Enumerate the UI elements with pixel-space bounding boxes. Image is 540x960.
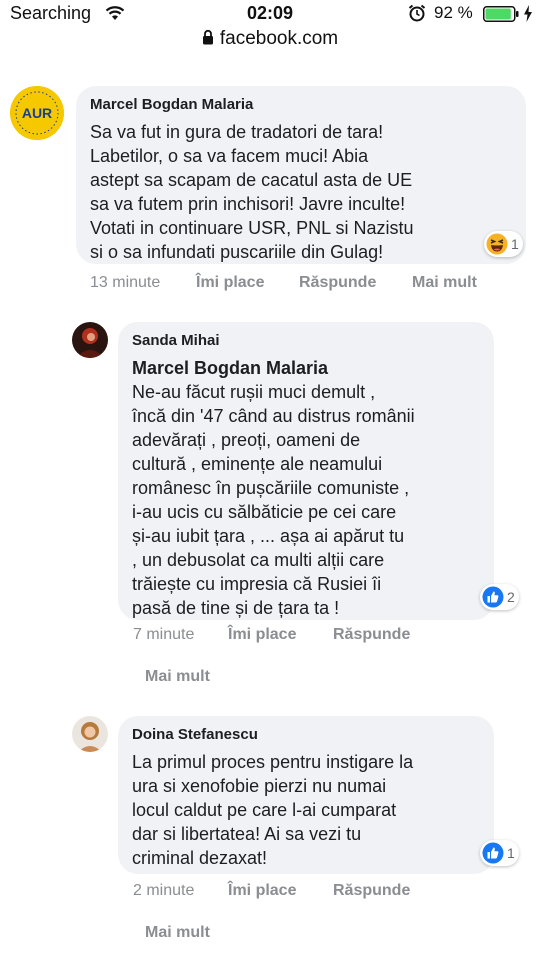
like-button[interactable]: Îmi place [228,882,296,900]
comment-author[interactable]: Marcel Bogdan Malaria [90,96,253,113]
lock-icon [202,29,213,45]
reply-button[interactable]: Răspunde [333,882,410,900]
more-button[interactable]: Mai mult [412,274,477,292]
comment-time: 7 minute [133,626,195,643]
comment-bubble[interactable]: Sanda Mihai Marcel Bogdan Malaria Ne-au … [118,322,494,620]
alarm-icon [408,4,426,22]
comment-text: La primul proces pentru instigare la ura… [132,752,414,868]
url-bar[interactable]: facebook.com [0,28,540,54]
haha-reaction-icon [486,233,508,255]
status-bar: Searching 02:09 92 % [0,0,540,26]
like-button[interactable]: Îmi place [228,626,296,644]
comment-actions: 7 minute Îmi place Răspunde [133,626,523,646]
like-reaction-icon [482,586,504,608]
comment-bubble[interactable]: Marcel Bogdan Malaria Sa va fut in gura … [76,86,526,264]
reply-button[interactable]: Răspunde [299,274,376,292]
more-button[interactable]: Mai mult [145,924,210,942]
avatar[interactable] [72,716,108,752]
reply-mention[interactable]: Marcel Bogdan Malaria [132,356,328,380]
battery-icon [483,6,519,22]
reaction-badge[interactable]: 1 [484,231,523,257]
profile-photo [72,716,108,752]
avatar[interactable]: AUR [10,86,64,140]
comment-time: 13 minute [90,274,161,291]
url-text: facebook.com [219,28,339,49]
comment-time: 2 minute [133,882,195,899]
avatar-label: AUR [22,105,52,121]
reaction-count: 1 [511,236,519,252]
reaction-count: 2 [507,589,515,605]
comment-bubble[interactable]: Doina Stefanescu La primul proces pentru… [118,716,494,874]
comment-author[interactable]: Doina Stefanescu [132,726,258,743]
avatar[interactable] [72,322,108,358]
reply-button[interactable]: Răspunde [333,626,410,644]
more-button[interactable]: Mai mult [145,668,210,686]
like-reaction-icon [482,842,504,864]
comment-author[interactable]: Sanda Mihai [132,332,220,349]
like-button[interactable]: Îmi place [196,274,264,292]
comment-actions-more: Mai mult [145,924,265,944]
comment-text: Ne-au făcut rușii muci demult , încă din… [132,382,415,618]
reaction-count: 1 [507,845,515,861]
comment-actions: 13 minute Îmi place Răspunde Mai mult [90,274,530,294]
comment-actions-more: Mai mult [145,668,265,688]
reaction-badge[interactable]: 1 [480,840,519,866]
aur-logo: AUR [10,86,64,140]
reaction-badge[interactable]: 2 [480,584,519,610]
charging-bolt-icon [524,5,532,22]
battery-percent: 92 % [434,3,473,22]
comment-actions: 2 minute Îmi place Răspunde [133,882,523,902]
comment-text: Sa va fut in gura de tradatori de tara! … [90,122,414,262]
profile-photo [72,322,108,358]
